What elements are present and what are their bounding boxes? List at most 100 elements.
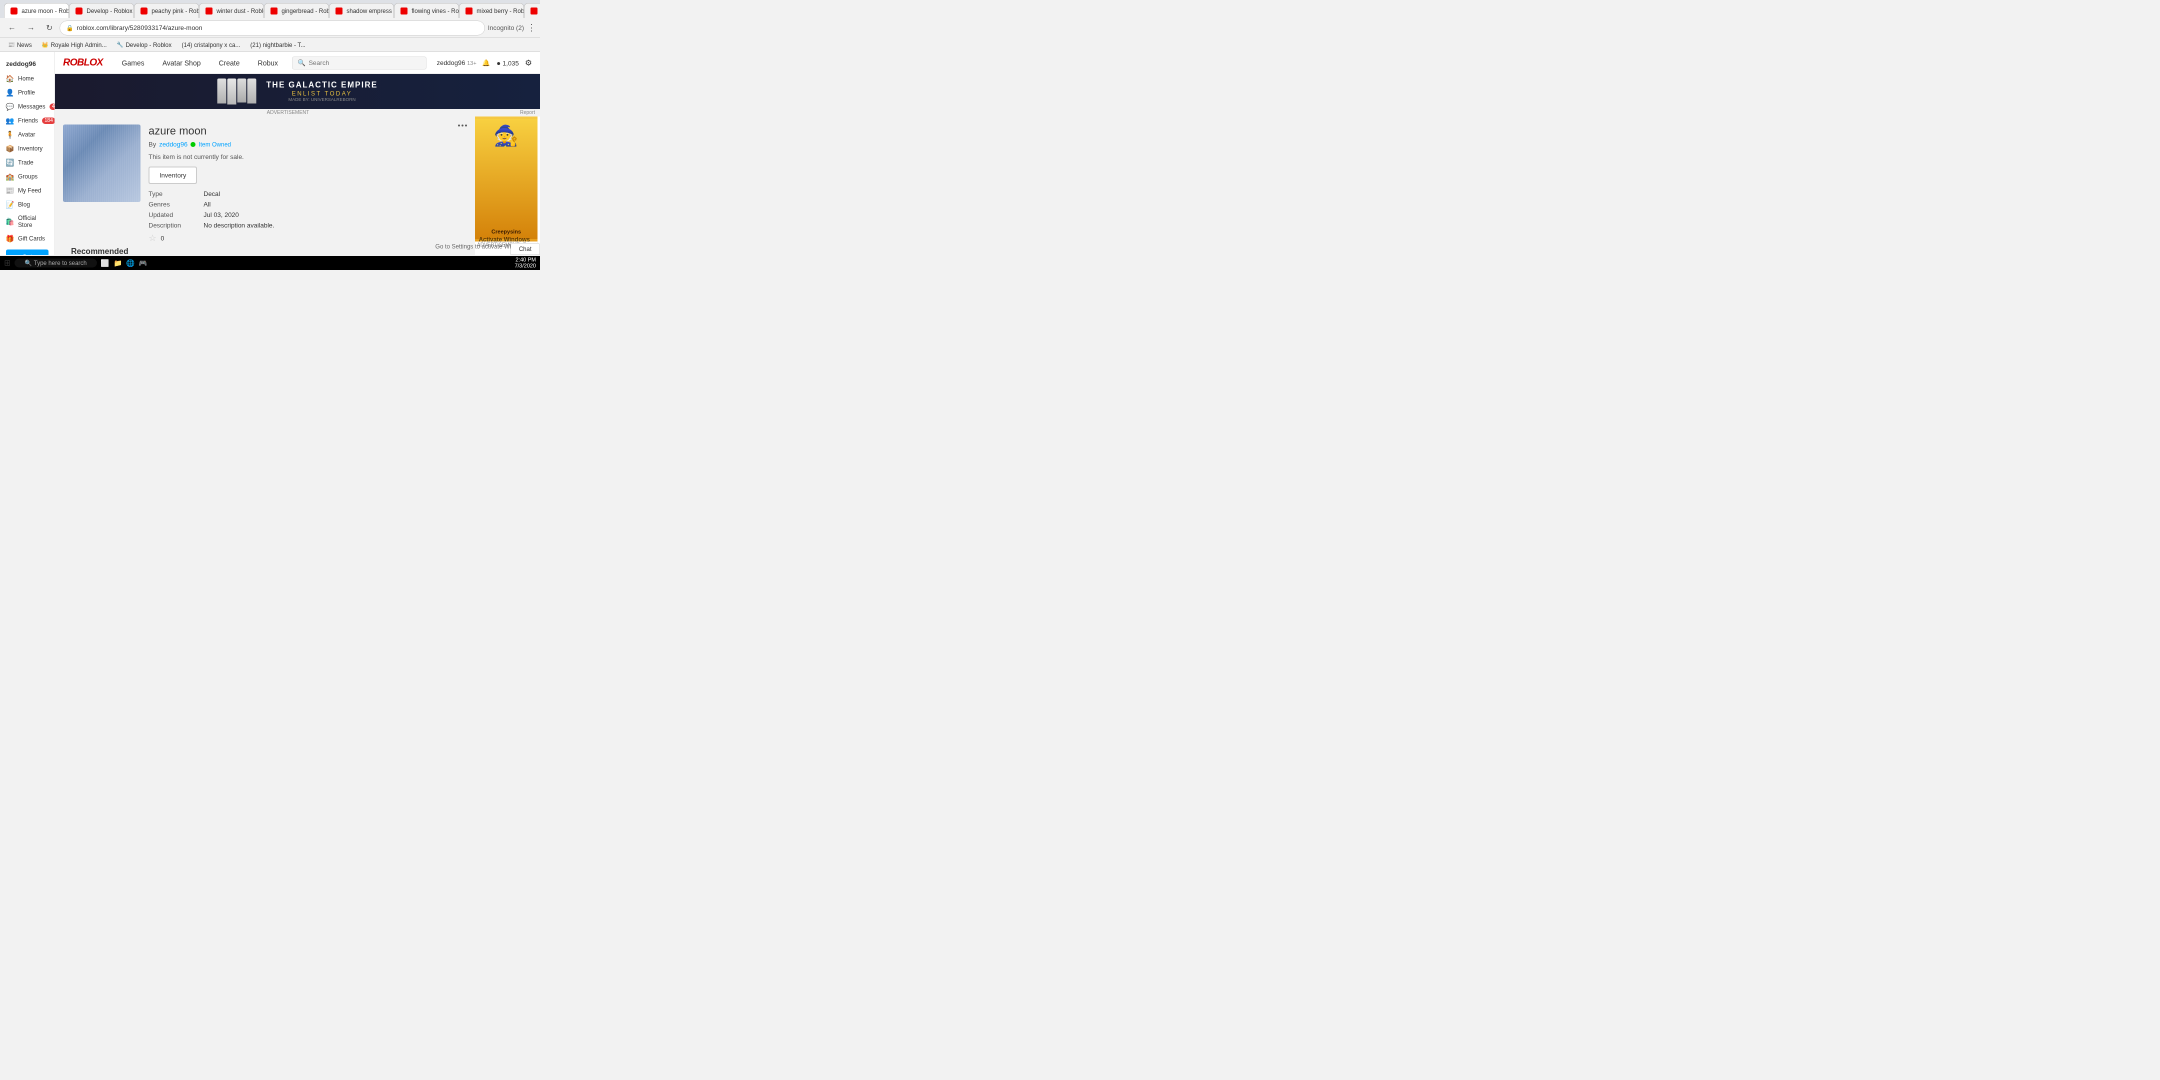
updated-label: Updated (149, 211, 189, 219)
back-button[interactable]: ← (4, 21, 20, 34)
forward-button[interactable]: → (23, 21, 39, 34)
notifications-icon[interactable]: 🔔 (482, 59, 490, 67)
item-display: azure moon By zeddog96 (63, 125, 467, 244)
nav-create[interactable]: Create (215, 59, 244, 67)
windows-start-icon[interactable]: ⊞ (4, 258, 11, 268)
tab-favicon (11, 7, 18, 14)
sidebar-label-groups: Groups (18, 173, 38, 180)
tab-mixed[interactable]: mixed berry - Roblo... ✕ (459, 3, 524, 18)
roblox-logo: ROBLOX (63, 57, 103, 69)
groups-icon: 🏫 (6, 173, 14, 181)
sidebar-item-groups[interactable]: 🏫 Groups (0, 170, 55, 184)
bookmark-cristal[interactable]: (14) cristalpony x ca... (178, 40, 245, 49)
inventory-button[interactable]: Inventory (149, 167, 198, 185)
ad-label: ADVERTISEMENT Report (55, 109, 540, 117)
messages-icon: 💬 (6, 103, 14, 111)
chat-button[interactable]: Chat (510, 243, 540, 255)
search-bar[interactable]: 🔍 (292, 56, 427, 69)
tab-label: gingerbread - Roblo... (282, 7, 330, 14)
tab-favicon (76, 7, 83, 14)
tab-label: Develop - Roblox (87, 7, 133, 14)
more-options-btn[interactable] (458, 125, 467, 127)
tab-code[interactable]: code breaker - Rob... ✕ (524, 3, 540, 18)
lock-icon: 🔒 (66, 24, 73, 31)
tab-favicon (466, 7, 473, 14)
taskbar-icon2[interactable]: 📁 (113, 259, 122, 268)
friends-icon: 👥 (6, 117, 14, 125)
sidebar-item-friends[interactable]: 👥 Friends 184 (0, 114, 55, 128)
sidebar-item-inventory[interactable]: 📦 Inventory (0, 142, 55, 156)
dot2 (462, 125, 464, 127)
sidebar-label-profile: Profile (18, 89, 35, 96)
tab-gingerbread[interactable]: gingerbread - Roblo... ✕ (264, 3, 329, 18)
sidebar-item-profile[interactable]: 👤 Profile (0, 86, 55, 100)
tab-winter[interactable]: winter dust - Roblo... ✕ (199, 3, 264, 18)
meta-type-row: Type Decal (149, 190, 468, 198)
sidebar-label-store: Official Store (18, 215, 49, 229)
tab-flowing[interactable]: flowing vines - Rob... ✕ (394, 3, 459, 18)
meta-updated-row: Updated Jul 03, 2020 (149, 211, 468, 219)
sidebar-item-home[interactable]: 🏠 Home (0, 72, 55, 86)
tab-shadow[interactable]: shadow empress -... ✕ (329, 3, 394, 18)
friends-badge: 184 (42, 117, 55, 124)
bookmark-label: (14) cristalpony x ca... (182, 41, 241, 48)
main-content: ROBLOX Games Avatar Shop Create Robux 🔍 … (55, 52, 540, 255)
ad-headline: THE GALACTIC EMPIRE (266, 81, 377, 90)
online-indicator (191, 142, 196, 147)
sidebar-item-blog[interactable]: 📝 Blog (0, 198, 55, 212)
settings-icon[interactable]: ⚙ (525, 58, 532, 68)
refresh-button[interactable]: ↻ (42, 21, 57, 35)
nav-username: zeddog96 13+ (437, 59, 477, 67)
sidebar: zeddog96 🏠 Home 👤 Profile 💬 Messages 4 👥… (0, 52, 55, 255)
sidebar-label-giftcards: Gift Cards (18, 235, 45, 242)
author-link[interactable]: zeddog96 (159, 141, 188, 149)
menu-button[interactable]: ⋮ (527, 23, 536, 34)
favorite-button[interactable]: ☆ (149, 233, 157, 244)
taskbar-icon1[interactable]: ⬜ (101, 259, 110, 268)
tab-favicon (531, 7, 538, 14)
sidebar-item-myfeed[interactable]: 📰 My Feed (0, 184, 55, 198)
tab-favicon (401, 7, 408, 14)
right-ad-section: 🧙 Creepysins ADVERTISEMENT Report 🐦 (475, 117, 540, 256)
bookmark-develop[interactable]: 🔧 Develop - Roblox (113, 40, 176, 49)
item-content-area: azure moon By zeddog96 (55, 117, 540, 256)
tab-label: winter dust - Roblo... (217, 7, 265, 14)
get-premium-button[interactable]: Get Premium (6, 250, 49, 256)
item-actions: ☆ 0 (149, 233, 468, 244)
incognito-label: Incognito (2) (488, 24, 524, 32)
sidebar-item-avatar[interactable]: 🧍 Avatar (0, 128, 55, 142)
tab-peachy[interactable]: peachy pink - Roblo... ✕ (134, 3, 199, 18)
tab-develop[interactable]: Develop - Roblox ✕ (69, 3, 134, 18)
search-taskbar[interactable]: 🔍 Type here to search (15, 259, 97, 268)
giftcards-icon: 🎁 (6, 235, 14, 243)
nav-robux[interactable]: Robux (254, 59, 282, 67)
taskbar-icon3[interactable]: 🌐 (126, 259, 135, 268)
address-bar[interactable]: 🔒 roblox.com/library/5280933174/azure-mo… (60, 20, 485, 35)
search-input[interactable] (309, 59, 422, 67)
url-text: roblox.com/library/5280933174/azure-moon (77, 24, 479, 32)
tab-azure-moon[interactable]: azure moon - Roblo... ✕ (4, 3, 69, 18)
item-image (63, 125, 141, 203)
nav-games[interactable]: Games (118, 59, 149, 67)
nav-right-area: zeddog96 13+ 🔔 ● 1,035 ⚙ (437, 58, 532, 68)
sidebar-item-trade[interactable]: 🔄 Trade (0, 156, 55, 170)
windows-taskbar: ⊞ 🔍 Type here to search ⬜ 📁 🌐 🎮 2:40 PM … (0, 256, 540, 270)
sidebar-item-official-store[interactable]: 🛍️ Official Store (0, 212, 55, 232)
sidebar-label-inventory: Inventory (18, 145, 43, 152)
activate-title: Activate Windows (435, 236, 530, 243)
sidebar-item-messages[interactable]: 💬 Messages 4 (0, 100, 55, 114)
report-ad-link[interactable]: Report (520, 110, 535, 116)
bookmark-royale[interactable]: 👑 Royale High Admin... (38, 40, 111, 49)
sidebar-item-gift-cards[interactable]: 🎁 Gift Cards (0, 232, 55, 246)
trooper-1 (217, 79, 226, 104)
bookmark-nightbarbie[interactable]: (21) nightbarbie - T... (246, 40, 309, 49)
nav-avatar-shop[interactable]: Avatar Shop (158, 59, 204, 67)
bookmark-news[interactable]: 📰 News (4, 40, 36, 49)
right-ad-figure: 🧙 (494, 124, 519, 148)
bookmark-label: Develop - Roblox (126, 41, 172, 48)
taskbar-icon4[interactable]: 🎮 (139, 259, 148, 268)
meta-genres-row: Genres All (149, 201, 468, 209)
item-not-for-sale: This item is not currently for sale. (149, 153, 468, 161)
bookmark-icon: 👑 (42, 42, 49, 49)
tab-favicon (336, 7, 343, 14)
